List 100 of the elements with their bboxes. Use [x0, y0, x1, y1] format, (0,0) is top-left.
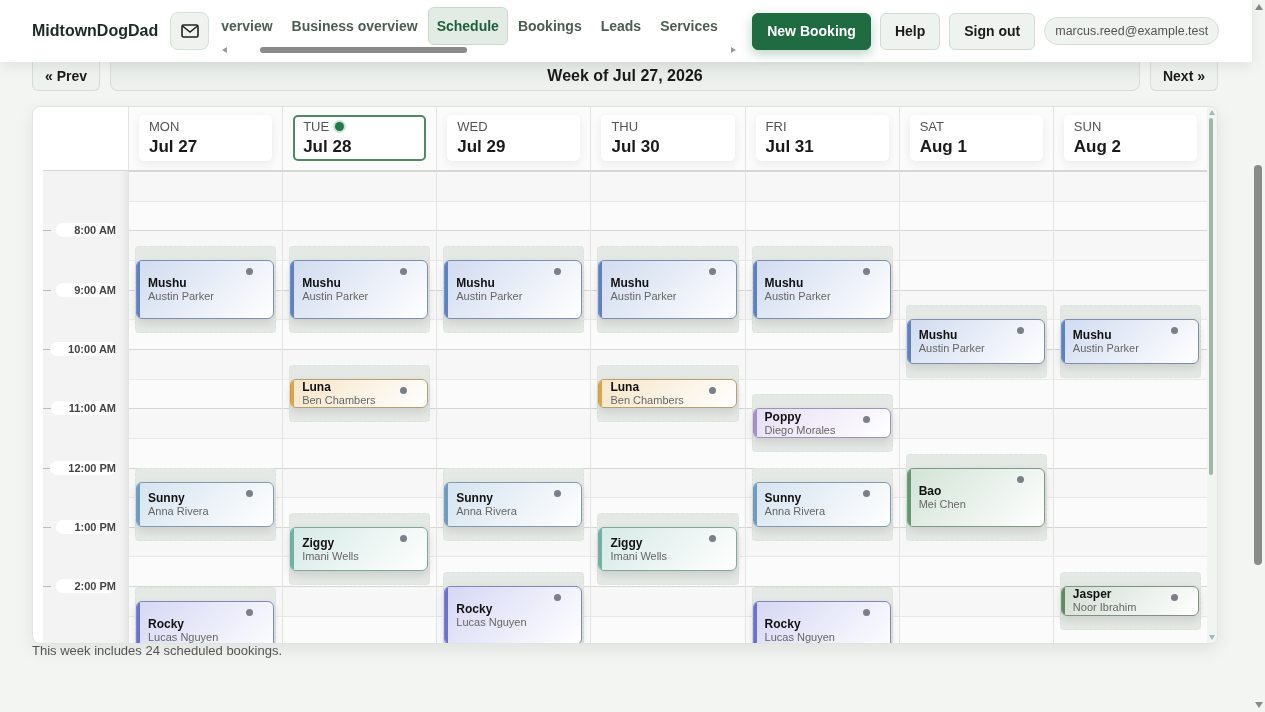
status-dot [862, 416, 870, 424]
new-booking-button[interactable]: New Booking [752, 12, 871, 50]
owner-name: Anna Rivera [456, 505, 517, 519]
pet-name: Mushu [1072, 328, 1112, 342]
time-label: 9:00 AM [56, 282, 116, 297]
pet-name: Mushu [302, 276, 341, 291]
pet-name: Sunny [764, 491, 802, 506]
status-dot [554, 267, 562, 275]
pet-name: Rocky [148, 617, 185, 632]
prev-week-button[interactable]: « Prev [32, 62, 101, 91]
weekday-label: MON [149, 119, 180, 134]
week-title: Week of Jul 27, 2026 [110, 62, 1140, 91]
nav-tab[interactable]: Business overview [282, 7, 427, 45]
booking-card[interactable]: Jasper Noor Ibrahim [1060, 586, 1199, 616]
weekday-label: THU [611, 119, 639, 134]
weekday-label: TUE [303, 119, 330, 134]
pet-name: Luna [302, 379, 331, 394]
owner-name: Anna Rivera [764, 505, 826, 519]
owner-name: Mei Chen [918, 497, 966, 511]
booking-card[interactable]: Poppy Diego Morales [752, 408, 891, 438]
owner-name: Imani Wells [302, 549, 359, 563]
action-button[interactable]: Help [879, 12, 941, 50]
scrollbar-thumb[interactable] [1209, 118, 1213, 475]
status-dot [554, 594, 562, 602]
booking-card[interactable]: Sunny Anna Rivera [136, 482, 275, 527]
nav-tab[interactable]: Bookings [508, 7, 591, 45]
owner-name: Austin Parker [610, 290, 677, 304]
booking-card[interactable]: Mushu Austin Parker [598, 259, 737, 320]
status-dot [246, 267, 254, 275]
owner-name: Ben Chambers [610, 393, 684, 407]
scroll-left-icon[interactable] [222, 47, 228, 53]
scrollbar-thumb[interactable] [260, 47, 468, 53]
status-dot [400, 386, 408, 394]
booking-card[interactable]: Rocky Lucas Nguyen [136, 600, 275, 643]
date-label: Aug 1 [919, 137, 968, 157]
owner-name: Austin Parker [764, 290, 831, 304]
date-label: Jul 27 [149, 137, 199, 157]
owner-name: Imani Wells [610, 549, 668, 563]
scroll-up-icon[interactable] [1209, 110, 1215, 115]
pet-name: Bao [918, 483, 942, 498]
booking-card[interactable]: Ziggy Imani Wells [290, 526, 429, 572]
pet-name: Rocky [764, 617, 801, 632]
booking-card[interactable]: Luna Ben Chambers [290, 378, 429, 409]
booking-card[interactable]: Sunny Anna Rivera [444, 482, 583, 527]
pet-name: Mushu [148, 276, 187, 291]
weekday-label: FRI [765, 119, 787, 134]
booking-card[interactable]: Mushu Austin Parker [136, 259, 275, 320]
user-email: marcus.reed@example.test [1044, 17, 1220, 45]
scroll-down-icon[interactable] [1255, 702, 1263, 708]
status-dot [708, 267, 716, 275]
today-dot [335, 122, 345, 131]
pet-name: Mushu [610, 276, 650, 291]
booking-card[interactable]: Ziggy Imani Wells [598, 526, 737, 572]
next-week-button[interactable]: Next » [1149, 62, 1218, 91]
time-label: 1:00 PM [56, 519, 116, 534]
owner-name: Austin Parker [1072, 342, 1139, 355]
scroll-down-icon[interactable] [1209, 635, 1215, 640]
time-label: 8:00 AM [56, 223, 116, 238]
pet-name: Luna [610, 379, 640, 394]
date-label: Jul 31 [765, 137, 815, 157]
nav-tab[interactable]: Schedule [427, 7, 508, 45]
pet-name: Rocky [456, 602, 493, 617]
scroll-right-icon[interactable] [731, 47, 737, 53]
status-dot [708, 386, 716, 394]
booking-card[interactable]: Luna Ben Chambers [598, 378, 737, 409]
pet-name: Mushu [456, 276, 495, 291]
action-button[interactable]: Sign out [949, 12, 1036, 50]
mail-icon[interactable] [170, 12, 210, 50]
status-dot [554, 490, 562, 498]
status-dot [862, 608, 870, 616]
status-dot [1016, 475, 1024, 483]
booking-card[interactable]: Mushu Austin Parker [1060, 319, 1199, 364]
nav-tab[interactable]: Leads [591, 7, 651, 45]
owner-name: Austin Parker [148, 290, 215, 304]
date-label: Jul 28 [303, 137, 353, 157]
status-dot [862, 490, 870, 498]
pet-name: Mushu [918, 328, 958, 342]
booking-card[interactable]: Mushu Austin Parker [444, 259, 583, 320]
pet-name: Jasper [1072, 587, 1112, 602]
booking-card[interactable]: Mushu Austin Parker [906, 319, 1045, 364]
scroll-up-icon[interactable] [1255, 4, 1263, 10]
nav-tab[interactable]: verview [216, 7, 282, 45]
status-dot [400, 267, 408, 275]
nav-tab[interactable]: Services [651, 7, 727, 45]
date-label: Jul 30 [611, 137, 661, 157]
time-label: 2:00 PM [56, 579, 116, 594]
owner-name: Noor Ibrahim [1072, 601, 1137, 615]
owner-name: Austin Parker [456, 290, 523, 304]
booking-card[interactable]: Bao Mei Chen [906, 467, 1045, 527]
booking-card[interactable]: Rocky Lucas Nguyen [752, 600, 891, 643]
scrollbar-thumb[interactable] [1254, 165, 1262, 565]
status-dot [246, 490, 254, 498]
owner-name: Ben Chambers [302, 393, 376, 407]
summary-text: This week includes 24 scheduled bookings. [32, 643, 283, 658]
owner-name: Diego Morales [764, 423, 836, 437]
booking-card[interactable]: Mushu Austin Parker [290, 259, 429, 320]
weekday-label: SAT [919, 119, 945, 134]
booking-card[interactable]: Mushu Austin Parker [752, 259, 891, 320]
booking-card[interactable]: Rocky Lucas Nguyen [444, 586, 583, 643]
booking-card[interactable]: Sunny Anna Rivera [752, 482, 891, 527]
